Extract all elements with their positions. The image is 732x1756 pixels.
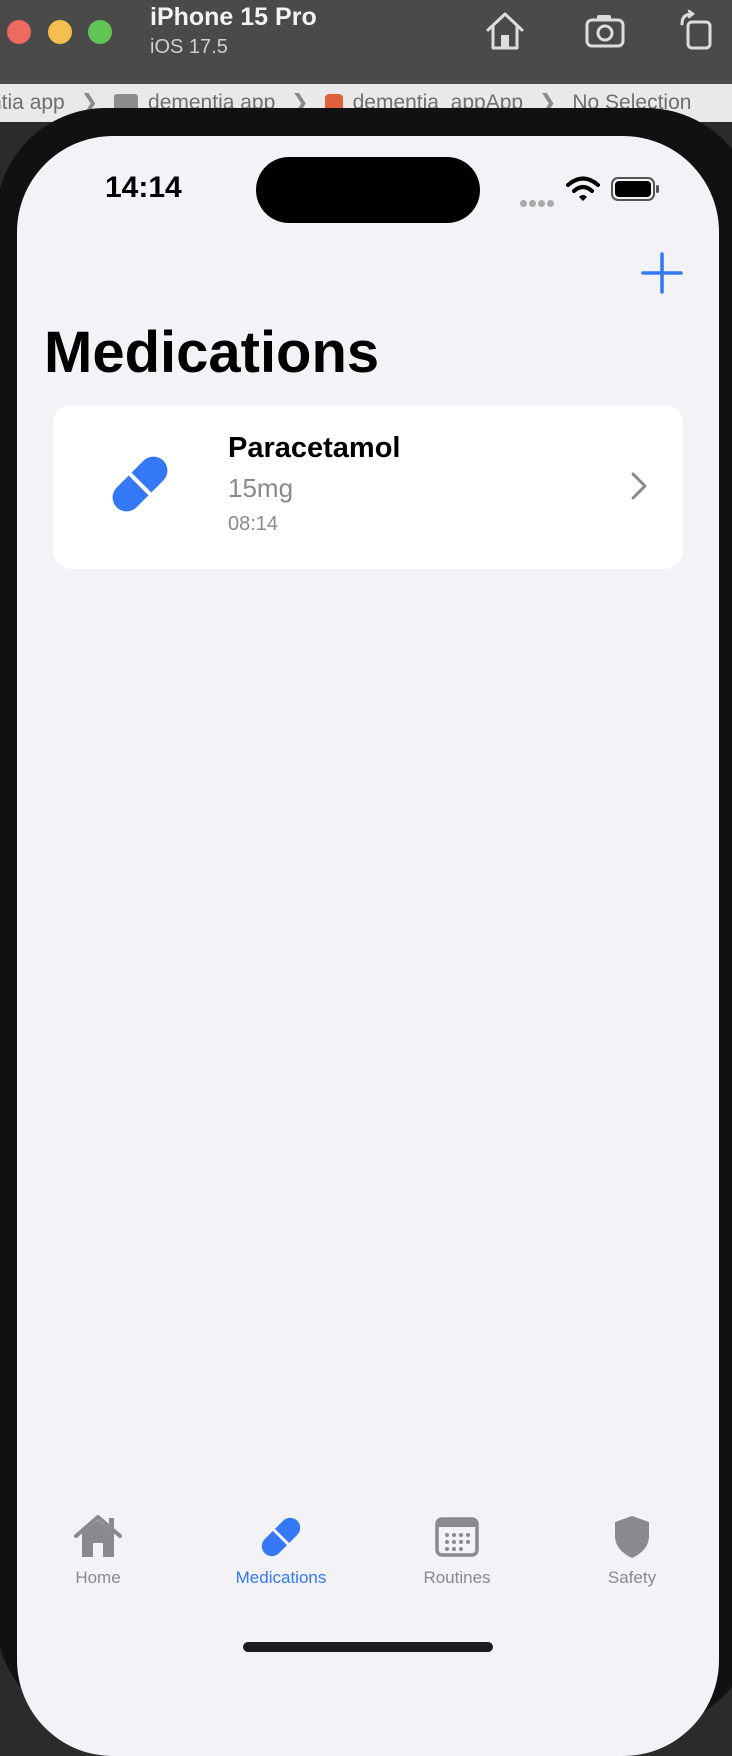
phone-screen: 14:14 Medications Paracetamol 15mg 08:14 bbox=[17, 136, 719, 1756]
tab-label: Safety bbox=[607, 1568, 657, 1587]
tab-label: Routines bbox=[423, 1568, 491, 1587]
simulator-rotate-button[interactable] bbox=[676, 8, 722, 54]
medication-dose: 15mg bbox=[228, 473, 294, 503]
pill-icon bbox=[261, 1517, 301, 1557]
battery-icon bbox=[611, 177, 659, 201]
home-icon bbox=[486, 12, 524, 50]
add-medication-button[interactable] bbox=[639, 250, 685, 296]
house-icon bbox=[74, 1515, 122, 1557]
tab-medications[interactable]: Medications bbox=[206, 1512, 356, 1602]
home-indicator[interactable] bbox=[243, 1642, 493, 1652]
tab-label: Medications bbox=[235, 1568, 327, 1587]
simulator-device-name: iPhone 15 Pro bbox=[150, 3, 317, 31]
medication-list-item[interactable]: Paracetamol 15mg 08:14 bbox=[53, 405, 683, 569]
chevron-right-icon bbox=[631, 472, 647, 500]
calendar-icon bbox=[435, 1517, 479, 1557]
page-title: Medications bbox=[44, 320, 380, 385]
simulator-os-version: iOS 17.5 bbox=[150, 36, 228, 58]
shield-icon bbox=[615, 1516, 649, 1558]
pill-icon bbox=[112, 456, 168, 512]
simulator-title-bar: iPhone 15 Pro iOS 17.5 bbox=[0, 0, 732, 84]
simulator-screenshot-button[interactable] bbox=[582, 8, 628, 54]
rotate-icon bbox=[680, 9, 712, 50]
minimize-window-button[interactable] bbox=[48, 20, 72, 44]
medication-name: Paracetamol bbox=[228, 432, 401, 464]
breadcrumb-item[interactable]: ntia app bbox=[0, 91, 65, 114]
tab-label: Home bbox=[75, 1568, 121, 1587]
simulator-home-button[interactable] bbox=[482, 8, 528, 54]
tab-bar: Home Medications Routines Safety bbox=[17, 1512, 719, 1632]
close-window-button[interactable] bbox=[7, 20, 31, 44]
zoom-window-button[interactable] bbox=[88, 20, 112, 44]
tab-safety[interactable]: Safety bbox=[557, 1512, 707, 1602]
dynamic-island bbox=[256, 157, 480, 223]
cellular-signal-icon bbox=[520, 194, 556, 212]
screenshot-icon bbox=[585, 15, 625, 48]
plus-icon bbox=[641, 252, 683, 294]
medication-time: 08:14 bbox=[228, 513, 279, 535]
status-bar-time: 14:14 bbox=[105, 171, 182, 204]
tab-home[interactable]: Home bbox=[23, 1512, 173, 1602]
wifi-icon bbox=[566, 176, 600, 201]
tab-routines[interactable]: Routines bbox=[382, 1512, 532, 1602]
